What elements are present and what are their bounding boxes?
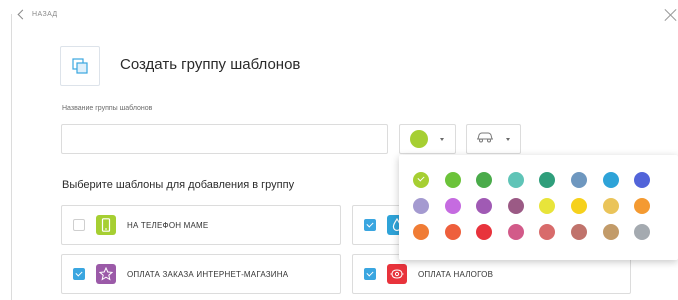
selected-color-swatch [410,130,428,148]
color-swatch[interactable] [570,172,587,188]
color-swatch[interactable] [570,224,587,240]
caret-down-icon [506,137,510,141]
color-swatch[interactable] [539,198,556,214]
templates-heading: Выберите шаблоны для добавления в группу [62,179,295,191]
template-name: ОПЛАТА НАЛОГОВ [418,269,494,279]
back-label: НАЗАД [32,11,58,18]
color-swatch[interactable] [634,224,651,240]
close-icon[interactable] [664,8,678,22]
color-palette-grid [413,172,651,240]
template-card-water[interactable] [352,205,407,245]
color-swatch[interactable] [413,172,429,188]
color-swatch[interactable] [476,172,493,188]
phone-icon [96,215,116,235]
color-swatch[interactable] [413,224,429,240]
group-name-label: Название группы шаблонов [62,105,153,112]
icon-dropdown[interactable] [466,124,521,154]
group-name-input[interactable] [61,124,388,154]
color-swatch[interactable] [413,198,429,214]
page-title: Создать группу шаблонов [120,56,301,73]
back-button[interactable]: НАЗАД [17,9,58,20]
template-checkbox[interactable] [73,268,85,280]
template-name: ОПЛАТА ЗАКАЗА ИНТЕРНЕТ-МАГАЗИНА [127,269,289,279]
color-dropdown[interactable] [399,124,456,154]
chevron-left-icon [17,9,28,20]
star-icon [96,264,116,284]
template-group-icon [60,46,100,86]
template-name: НА ТЕЛЕФОН МАМЕ [127,220,209,230]
template-checkbox[interactable] [364,268,376,280]
dialog-border [11,14,12,300]
caret-down-icon [440,137,444,141]
template-card-online-store[interactable]: ОПЛАТА ЗАКАЗА ИНТЕРНЕТ-МАГАЗИНА [61,254,341,294]
template-checkbox[interactable] [73,219,85,231]
template-card-phone-mom[interactable]: НА ТЕЛЕФОН МАМЕ [61,205,341,245]
color-swatch[interactable] [507,172,524,188]
color-swatch[interactable] [476,224,493,240]
car-icon [476,130,494,148]
template-checkbox[interactable] [364,219,376,231]
color-swatch[interactable] [602,198,619,214]
color-swatch[interactable] [476,198,493,214]
color-swatch[interactable] [539,172,556,188]
color-swatch[interactable] [602,224,619,240]
template-card-taxes[interactable]: ОПЛАТА НАЛОГОВ [352,254,631,294]
taxes-icon [387,264,407,284]
color-swatch[interactable] [507,198,524,214]
color-swatch[interactable] [634,172,651,188]
color-swatch[interactable] [539,224,556,240]
color-swatch[interactable] [444,198,461,214]
color-swatch[interactable] [634,198,651,214]
color-swatch[interactable] [507,224,524,240]
color-swatch[interactable] [444,224,461,240]
color-swatch[interactable] [602,172,619,188]
color-swatch[interactable] [444,172,461,188]
color-palette-popup [399,155,678,260]
color-swatch[interactable] [570,198,587,214]
